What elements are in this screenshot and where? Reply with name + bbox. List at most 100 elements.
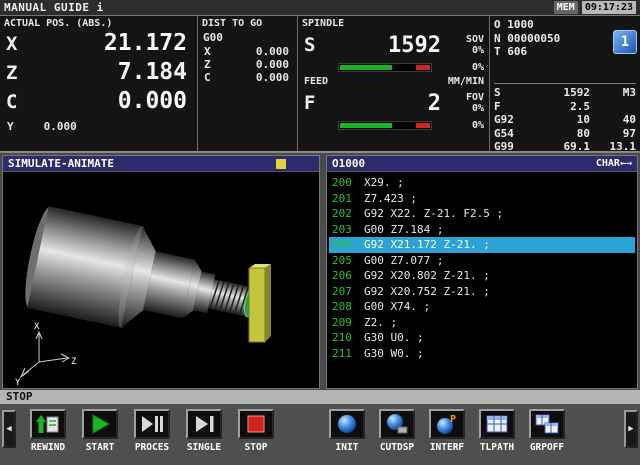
- modal-code: S: [494, 86, 530, 100]
- clock: 09:17:23: [582, 1, 636, 14]
- single-block-button[interactable]: SINGLE: [178, 409, 230, 453]
- axis-value: 0.000: [256, 58, 289, 71]
- spindle-letter: S: [304, 34, 326, 56]
- spindle-speed-row: S 1592 SOV 0%: [298, 30, 489, 60]
- axis-row-c: C 0.000: [0, 88, 197, 117]
- actual-position-section: ACTUAL POS. (ABS.) X 21.172 Z 7.184 C 0.…: [0, 16, 198, 151]
- modal-value: 13.1: [590, 140, 636, 154]
- program-line[interactable]: 205G00 Z7.077 ;: [329, 253, 635, 269]
- cut-display-icon: [385, 412, 409, 436]
- dist-row: X 0.000: [198, 45, 297, 58]
- meter-red-zone: [416, 123, 430, 128]
- program-line[interactable]: 202G92 X22. Z-21. F2.5 ;: [329, 206, 635, 222]
- program-line[interactable]: 209Z2. ;: [329, 315, 635, 331]
- softkey-page-right-button[interactable]: ▶: [624, 410, 638, 448]
- cnc-screen: MANUAL GUIDE i MEM 09:17:23 ACTUAL POS. …: [0, 0, 640, 465]
- axis-value: 21.172: [32, 30, 187, 56]
- feed-letter: F: [304, 92, 326, 114]
- feed-rate-row: F 2 FOV 0%: [298, 88, 489, 118]
- feed-unit: MM/MIN: [448, 76, 484, 87]
- program-line[interactable]: 201Z7.423 ;: [329, 191, 635, 207]
- feed-load-row: 0%: [298, 118, 489, 132]
- tool-path-grid-icon: [485, 412, 509, 436]
- feed-header: FEED: [304, 76, 328, 87]
- dist-to-go-header: DIST TO GO: [198, 16, 297, 30]
- modal-code: G99: [494, 140, 530, 154]
- program-info-section: O 1000 N 00000050 T 606 1 S 1592 M3 F 2.…: [490, 16, 640, 151]
- program-line[interactable]: 210G30 U0. ;: [329, 330, 635, 346]
- spindle-override: SOV 0%: [441, 34, 489, 56]
- simulation-panel-header: SIMULATE-ANIMATE: [3, 156, 319, 172]
- program-line[interactable]: 211G30 W0. ;: [329, 346, 635, 362]
- triad-y-label: Y: [15, 378, 21, 388]
- modal-value: 2.5: [530, 100, 590, 114]
- tool-path-button[interactable]: TLPATH: [472, 409, 522, 453]
- spindle-feed-section: SPINDLE S 1592 SOV 0% 0% FEED MM/MIN: [298, 16, 490, 151]
- triad-z-label: Z: [71, 357, 77, 367]
- dist-row: Z 0.000: [198, 58, 297, 71]
- modal-code: G54: [494, 127, 530, 141]
- position-panel: ACTUAL POS. (ABS.) X 21.172 Z 7.184 C 0.…: [0, 15, 640, 153]
- program-line[interactable]: 206G92 X20.802 Z-21. ;: [329, 268, 635, 284]
- program-line-current[interactable]: 204G92 X21.172 Z-21. ;: [329, 237, 635, 253]
- feed-override-label: FOV: [466, 92, 484, 103]
- axis-letter: X: [204, 45, 211, 58]
- axis-row-y: Y 0.000: [0, 120, 197, 133]
- axis-letter: Z: [204, 58, 211, 71]
- spindle-load-meter: [338, 63, 432, 72]
- stop-button[interactable]: STOP: [230, 409, 282, 453]
- axis-row-z: Z 7.184: [0, 59, 197, 88]
- cut-display-button[interactable]: CUTDSP: [372, 409, 422, 453]
- program-line[interactable]: 200X29. ;: [329, 175, 635, 191]
- modal-value: 40: [590, 113, 636, 127]
- softkey-page-left-button[interactable]: ◀: [2, 410, 16, 448]
- axis-letter: X: [6, 33, 32, 55]
- interference-button[interactable]: P INTERF: [422, 409, 472, 453]
- softkey-toolbar: ◀ REWIND START: [0, 404, 640, 465]
- start-button[interactable]: START: [74, 409, 126, 453]
- simulation-title: SIMULATE-ANIMATE: [8, 157, 114, 170]
- cutting-tool: [249, 264, 271, 342]
- spindle-header: SPINDLE: [298, 16, 489, 30]
- graph-off-button[interactable]: GRPOFF: [522, 409, 572, 453]
- screen-page-number: 1: [621, 34, 629, 50]
- dist-row: C 0.000: [198, 71, 297, 84]
- dist-gcode: G00: [198, 30, 297, 45]
- modal-value: 1592: [530, 86, 590, 100]
- axis-letter: C: [204, 71, 211, 84]
- feed-override: FOV 0%: [441, 92, 489, 114]
- program-line[interactable]: 208G00 X74. ;: [329, 299, 635, 315]
- init-button[interactable]: INIT: [322, 409, 372, 453]
- axis-letter: C: [6, 91, 32, 113]
- actual-pos-header: ACTUAL POS. (ABS.): [0, 16, 197, 30]
- chevron-right-icon: ▶: [628, 424, 633, 434]
- axis-value: 0.000: [256, 45, 289, 58]
- screen-page-icon: 1: [613, 30, 637, 54]
- program-panel-header: O1000 CHAR←→: [327, 156, 637, 172]
- graph-off-grid-icon: [535, 412, 559, 436]
- modal-value: [590, 100, 636, 114]
- rewind-button[interactable]: REWIND: [22, 409, 74, 453]
- mode-badge: MEM: [554, 1, 578, 14]
- dist-to-go-section: DIST TO GO G00 X 0.000 Z 0.000 C 0.000: [198, 16, 298, 151]
- active-indicator-icon: [276, 159, 286, 169]
- meter-red-zone: [416, 65, 430, 70]
- stop-icon: [244, 412, 268, 436]
- meter-green-zone: [340, 123, 392, 128]
- svg-text:P: P: [450, 414, 456, 425]
- program-line[interactable]: 207G92 X20.752 Z-21. ;: [329, 284, 635, 300]
- triad-x-label: X: [34, 322, 40, 332]
- axis-value: 0.000: [44, 120, 77, 133]
- modal-code: F: [494, 100, 530, 114]
- divider: [494, 83, 636, 84]
- spindle-value: 1592: [326, 33, 441, 58]
- spindle-load-value: 0%: [432, 62, 489, 73]
- process-button[interactable]: PROCES: [126, 409, 178, 453]
- modal-value: M3: [590, 86, 636, 100]
- axis-letter: Z: [6, 62, 32, 84]
- modal-code: G92: [494, 113, 530, 127]
- feed-override-value: 0%: [472, 103, 484, 114]
- spindle-load-row: 0%: [298, 60, 489, 74]
- modal-value: 10: [530, 113, 590, 127]
- program-line[interactable]: 203G00 Z7.184 ;: [329, 222, 635, 238]
